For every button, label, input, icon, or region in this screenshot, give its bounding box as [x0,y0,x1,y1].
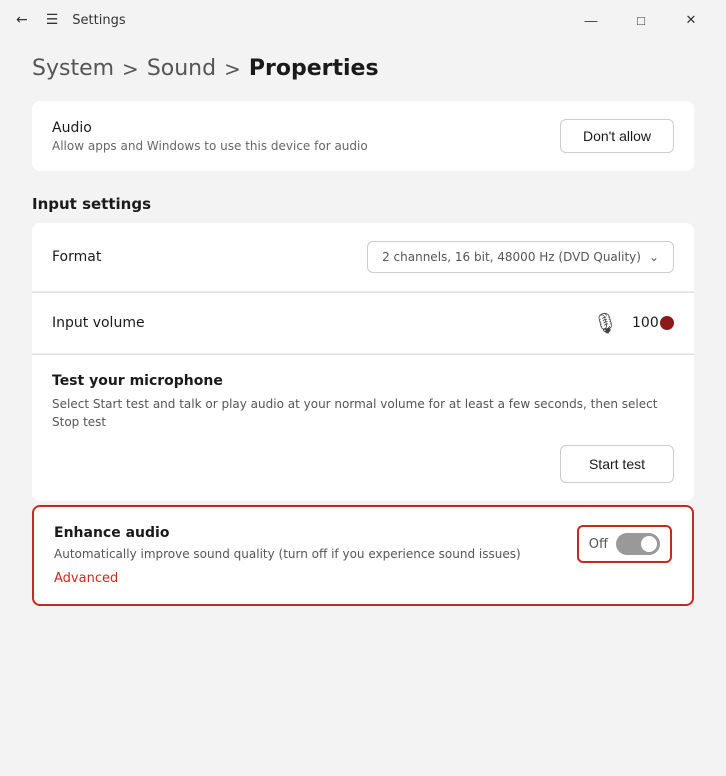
volume-controls: 🎙 100 [593,311,674,335]
format-row: Format 2 channels, 16 bit, 48000 Hz (DVD… [32,223,694,292]
format-label: Format [52,249,101,265]
enhance-audio-desc: Automatically improve sound quality (tur… [54,545,561,563]
breadcrumb-system[interactable]: System [32,56,114,81]
close-button[interactable]: ✕ [668,5,714,35]
dont-allow-button[interactable]: Don't allow [560,119,674,153]
enhance-audio-card: Enhance audio Automatically improve soun… [32,505,694,606]
format-select[interactable]: 2 channels, 16 bit, 48000 Hz (DVD Qualit… [367,241,674,273]
input-volume-row: Input volume 🎙 100 [32,293,694,354]
breadcrumb-sound[interactable]: Sound [147,56,216,81]
maximize-button[interactable]: □ [618,5,664,35]
input-volume-label: Input volume [52,315,145,331]
main-content: System > Sound > Properties Audio Allow … [0,40,726,776]
test-mic-section: Test your microphone Select Start test a… [32,355,694,501]
menu-button[interactable]: ☰ [42,8,63,32]
test-mic-title: Test your microphone [52,373,674,389]
microphone-icon: 🎙 [593,311,618,335]
toggle-knob [641,536,657,552]
slider-thumb [660,316,674,330]
start-test-button[interactable]: Start test [560,445,674,483]
enhance-toggle-container[interactable]: Off [577,525,672,563]
enhance-top: Enhance audio Automatically improve soun… [54,525,672,586]
input-settings-label: Input settings [32,195,694,213]
back-button[interactable]: ← [12,8,32,32]
audio-sublabel: Allow apps and Windows to use this devic… [52,139,368,153]
test-section-bottom: Start test [52,445,674,483]
minimize-button[interactable]: — [568,5,614,35]
breadcrumb-sep-2: > [224,57,241,81]
audio-text: Audio Allow apps and Windows to use this… [52,120,368,153]
enhance-text-block: Enhance audio Automatically improve soun… [54,525,561,586]
enhance-toggle-switch[interactable] [616,533,660,555]
toggle-off-label: Off [589,537,608,552]
enhance-audio-title: Enhance audio [54,525,561,541]
chevron-down-icon: ⌄ [649,250,659,264]
audio-row: Audio Allow apps and Windows to use this… [32,101,694,171]
input-settings-cards: Format 2 channels, 16 bit, 48000 Hz (DVD… [32,223,694,501]
audio-card: Audio Allow apps and Windows to use this… [32,101,694,171]
breadcrumb-current: Properties [249,56,379,81]
breadcrumb: System > Sound > Properties [32,56,694,81]
breadcrumb-sep-1: > [122,57,139,81]
format-value: 2 channels, 16 bit, 48000 Hz (DVD Qualit… [382,250,641,264]
window-controls: — □ ✕ [568,5,714,35]
test-mic-desc: Select Start test and talk or play audio… [52,395,674,431]
advanced-link[interactable]: Advanced [54,571,118,586]
window-title: Settings [72,13,125,28]
title-bar: ← ☰ Settings — □ ✕ [0,0,726,40]
audio-label: Audio [52,120,368,136]
volume-value: 100 [632,315,660,331]
